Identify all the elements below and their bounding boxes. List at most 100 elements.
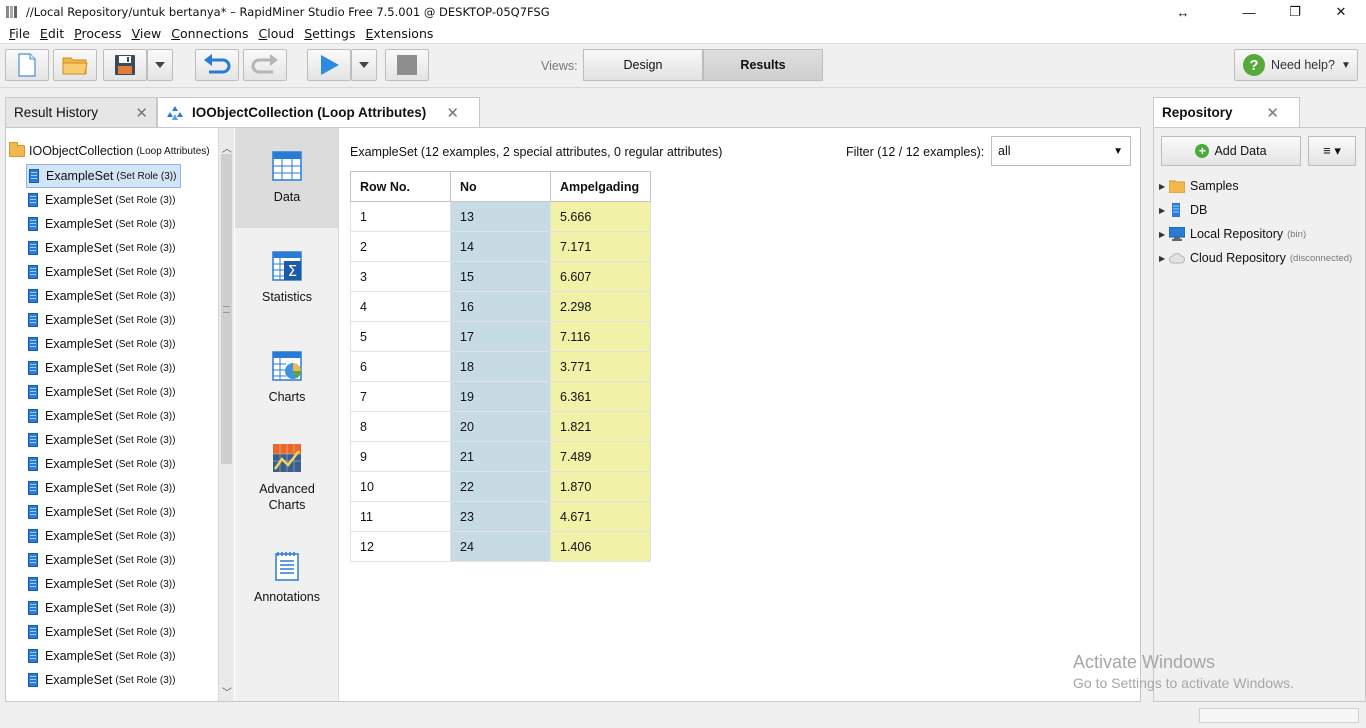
add-data-button[interactable]: + Add Data <box>1161 136 1301 166</box>
save-process-button[interactable] <box>103 49 147 81</box>
undo-button[interactable] <box>195 49 239 81</box>
tree-item-exampleset[interactable]: ExampleSet (Set Role (3)) <box>26 500 181 524</box>
cell-ampelgading[interactable]: 2.298 <box>550 291 651 322</box>
table-row[interactable]: 12 24 1.406 <box>350 531 651 562</box>
cell-row-no[interactable]: 4 <box>350 291 451 322</box>
results-view-button[interactable]: Results <box>703 49 823 81</box>
resize-icon[interactable]: ↔ <box>1160 0 1206 24</box>
scroll-down-icon[interactable]: ﹀ <box>219 684 235 699</box>
menu-extensions[interactable]: Extensions <box>361 26 439 41</box>
menu-edit[interactable]: Edit <box>35 26 69 41</box>
tree-item-exampleset[interactable]: ExampleSet (Set Role (3)) <box>26 260 181 284</box>
table-row[interactable]: 8 20 1.821 <box>350 411 651 442</box>
cell-no[interactable]: 21 <box>450 441 551 472</box>
expand-arrow-icon[interactable]: ▶ <box>1159 182 1169 191</box>
cell-no[interactable]: 16 <box>450 291 551 322</box>
menu-file[interactable]: File <box>4 26 35 41</box>
tree-item-exampleset[interactable]: ExampleSet (Set Role (3)) <box>26 524 181 548</box>
table-row[interactable]: 4 16 2.298 <box>350 291 651 322</box>
menu-cloud[interactable]: Cloud <box>254 26 300 41</box>
cell-no[interactable]: 17 <box>450 321 551 352</box>
expand-arrow-icon[interactable]: ▶ <box>1159 230 1169 239</box>
save-options-dropdown[interactable] <box>147 49 173 81</box>
repo-item-cloud-repository[interactable]: ▶ Cloud Repository (disconnected) <box>1159 246 1352 270</box>
nav-annotations[interactable]: Annotations <box>235 528 339 628</box>
tree-item-exampleset[interactable]: ExampleSet (Set Role (3)) <box>26 356 181 380</box>
need-help-button[interactable]: ? Need help? ▼ <box>1234 49 1358 81</box>
cell-ampelgading[interactable]: 7.171 <box>550 231 651 262</box>
minimize-button[interactable]: — <box>1226 0 1272 24</box>
cell-row-no[interactable]: 2 <box>350 231 451 262</box>
cell-no[interactable]: 18 <box>450 351 551 382</box>
run-process-button[interactable] <box>307 49 351 81</box>
cell-row-no[interactable]: 3 <box>350 261 451 292</box>
tree-item-exampleset[interactable]: ExampleSet (Set Role (3)) <box>26 548 181 572</box>
menu-process[interactable]: Process <box>69 26 126 41</box>
table-row[interactable]: 9 21 7.489 <box>350 441 651 472</box>
maximize-button[interactable]: ❐ <box>1272 0 1318 24</box>
close-icon[interactable]: ✕ <box>446 104 459 122</box>
filter-select[interactable]: all ▼ <box>991 136 1131 166</box>
tree-item-exampleset[interactable]: ExampleSet (Set Role (3)) <box>26 212 181 236</box>
cell-no[interactable]: 19 <box>450 381 551 412</box>
cell-no[interactable]: 24 <box>450 531 551 562</box>
design-view-button[interactable]: Design <box>583 49 703 81</box>
tab-result-history[interactable]: Result History ✕ <box>5 97 157 127</box>
cell-no[interactable]: 14 <box>450 231 551 262</box>
menu-view[interactable]: View <box>127 26 167 41</box>
cell-ampelgading[interactable]: 6.607 <box>550 261 651 292</box>
cell-ampelgading[interactable]: 6.361 <box>550 381 651 412</box>
tree-item-exampleset[interactable]: ExampleSet (Set Role (3)) <box>26 428 181 452</box>
table-row[interactable]: 5 17 7.116 <box>350 321 651 352</box>
tree-root-node[interactable]: IOObjectCollection (Loop Attributes) <box>9 142 210 158</box>
cell-no[interactable]: 13 <box>450 201 551 232</box>
cell-ampelgading[interactable]: 7.116 <box>550 321 651 352</box>
tree-item-exampleset[interactable]: ExampleSet (Set Role (3)) <box>26 284 181 308</box>
tab-repository[interactable]: Repository ✕ <box>1153 97 1300 127</box>
tree-item-exampleset[interactable]: ExampleSet (Set Role (3)) <box>26 668 181 692</box>
cell-row-no[interactable]: 11 <box>350 501 451 532</box>
expand-arrow-icon[interactable]: ▶ <box>1159 206 1169 215</box>
column-header-row-no[interactable]: Row No. <box>350 171 451 202</box>
tree-item-exampleset[interactable]: ExampleSet (Set Role (3)) <box>26 308 181 332</box>
repo-item-local-repository[interactable]: ▶ Local Repository (bin) <box>1159 222 1352 246</box>
tree-item-exampleset[interactable]: ExampleSet (Set Role (3)) <box>26 452 181 476</box>
cell-row-no[interactable]: 1 <box>350 201 451 232</box>
tree-item-exampleset[interactable]: ExampleSet (Set Role (3)) <box>26 476 181 500</box>
expand-arrow-icon[interactable]: ▶ <box>1159 254 1169 263</box>
redo-button[interactable] <box>243 49 287 81</box>
cell-no[interactable]: 22 <box>450 471 551 502</box>
column-header-no[interactable]: No <box>450 171 551 202</box>
menu-settings[interactable]: Settings <box>299 26 360 41</box>
cell-ampelgading[interactable]: 7.489 <box>550 441 651 472</box>
cell-ampelgading[interactable]: 3.771 <box>550 351 651 382</box>
table-row[interactable]: 1 13 5.666 <box>350 201 651 232</box>
tree-item-exampleset[interactable]: ExampleSet (Set Role (3)) <box>26 596 181 620</box>
new-process-button[interactable] <box>5 49 49 81</box>
nav-charts[interactable]: Charts <box>235 328 339 428</box>
cell-no[interactable]: 23 <box>450 501 551 532</box>
tree-item-exampleset[interactable]: ExampleSet (Set Role (3)) <box>26 236 181 260</box>
cell-row-no[interactable]: 6 <box>350 351 451 382</box>
tree-item-exampleset[interactable]: ExampleSet (Set Role (3)) <box>26 644 181 668</box>
tree-item-exampleset[interactable]: ExampleSet (Set Role (3)) <box>26 164 182 188</box>
table-row[interactable]: 7 19 6.361 <box>350 381 651 412</box>
tree-item-exampleset[interactable]: ExampleSet (Set Role (3)) <box>26 620 181 644</box>
close-button[interactable]: ✕ <box>1318 0 1364 24</box>
cell-row-no[interactable]: 12 <box>350 531 451 562</box>
cell-ampelgading[interactable]: 5.666 <box>550 201 651 232</box>
nav-advanced-charts[interactable]: Advanced Charts <box>235 428 339 528</box>
tree-item-exampleset[interactable]: ExampleSet (Set Role (3)) <box>26 332 181 356</box>
cell-row-no[interactable]: 5 <box>350 321 451 352</box>
table-row[interactable]: 6 18 3.771 <box>350 351 651 382</box>
repo-item-db[interactable]: ▶ DB <box>1159 198 1352 222</box>
run-options-dropdown[interactable] <box>351 49 377 81</box>
repository-menu-button[interactable]: ≡ ▾ <box>1308 136 1356 166</box>
tree-item-exampleset[interactable]: ExampleSet (Set Role (3)) <box>26 404 181 428</box>
close-icon[interactable]: ✕ <box>135 104 148 122</box>
close-icon[interactable]: ✕ <box>1266 104 1279 122</box>
tree-item-exampleset[interactable]: ExampleSet (Set Role (3)) <box>26 188 181 212</box>
table-row[interactable]: 11 23 4.671 <box>350 501 651 532</box>
cell-row-no[interactable]: 7 <box>350 381 451 412</box>
tree-scrollbar[interactable]: ︿ ﹀ <box>218 128 234 701</box>
